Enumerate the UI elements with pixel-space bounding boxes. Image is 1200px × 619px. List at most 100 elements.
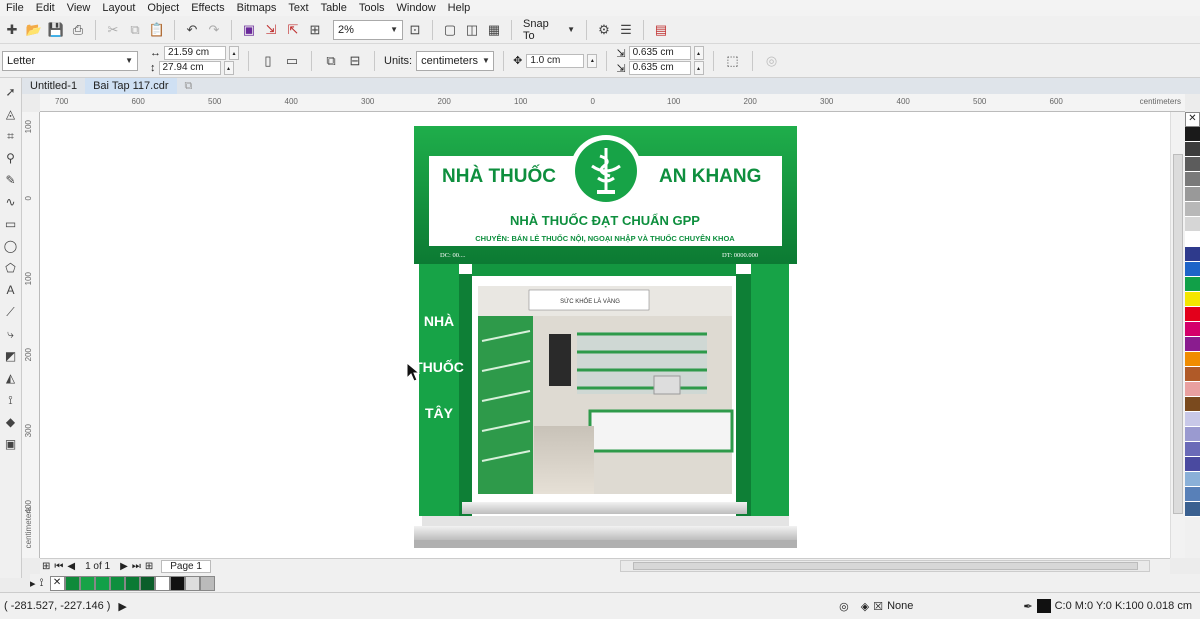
document-palette-swatch[interactable]	[199, 575, 215, 591]
palette-swatch[interactable]	[1185, 277, 1200, 292]
horizontal-scroll-thumb[interactable]	[633, 562, 1138, 570]
palette-swatch[interactable]	[1185, 322, 1200, 337]
nudge-spinner[interactable]: ▴	[587, 53, 598, 68]
width-spinner[interactable]: ▴	[229, 46, 239, 60]
next-page-icon[interactable]: ▶	[120, 561, 128, 572]
document-palette-swatch[interactable]	[94, 575, 110, 591]
menu-window[interactable]: Window	[391, 2, 442, 14]
document-palette-swatch[interactable]	[154, 575, 170, 591]
application-launcher-icon[interactable]: ▤	[651, 20, 671, 40]
palette-swatch[interactable]	[1185, 427, 1200, 442]
menu-effects[interactable]: Effects	[185, 2, 230, 14]
search-content-icon[interactable]: ▣	[239, 20, 259, 40]
rulers-icon[interactable]: ◫	[462, 20, 482, 40]
print-icon[interactable]: ⎙	[68, 20, 88, 40]
document-palette-swatch[interactable]	[109, 575, 125, 591]
units-select[interactable]: centimeters ▼	[416, 50, 495, 71]
menu-edit[interactable]: Edit	[30, 2, 61, 14]
transparency-icon[interactable]: ◭	[3, 370, 19, 386]
all-pages-icon[interactable]: ⧉	[321, 51, 341, 71]
palette-swatch[interactable]	[1185, 307, 1200, 322]
document-palette-swatch[interactable]	[139, 575, 155, 591]
no-color-swatch[interactable]: ✕	[49, 575, 65, 591]
portrait-icon[interactable]: ▯	[258, 51, 278, 71]
treat-as-filled-icon[interactable]: ⬚	[723, 51, 743, 71]
document-palette-swatch[interactable]	[169, 575, 185, 591]
palette-swatch[interactable]	[1185, 487, 1200, 502]
palette-swatch[interactable]	[1185, 217, 1200, 232]
vertical-scrollbar[interactable]	[1170, 112, 1185, 558]
page-tab[interactable]: Page 1	[161, 560, 211, 573]
palette-swatch[interactable]	[1185, 337, 1200, 352]
menu-file[interactable]: File	[0, 2, 30, 14]
palette-swatch[interactable]	[1185, 247, 1200, 262]
menu-view[interactable]: View	[61, 2, 97, 14]
connector-tool-icon[interactable]: ⤷	[3, 326, 19, 342]
first-page-icon[interactable]: ⏮	[54, 561, 63, 572]
vertical-scroll-thumb[interactable]	[1173, 154, 1183, 514]
palette-swatch[interactable]	[1185, 502, 1200, 517]
play-icon[interactable]: ▶	[118, 600, 126, 613]
undo-icon[interactable]: ↶	[182, 20, 202, 40]
dup-y-spinner[interactable]: ▴	[693, 61, 704, 75]
palette-swatch[interactable]	[1185, 292, 1200, 307]
palette-swatch[interactable]	[1185, 262, 1200, 277]
dimension-tool-icon[interactable]: ⟋	[3, 304, 19, 320]
paste-icon[interactable]: 📋	[147, 20, 167, 40]
rectangle-tool-icon[interactable]: ▭	[3, 216, 19, 232]
palette-swatch[interactable]	[1185, 382, 1200, 397]
palette-swatch[interactable]	[1185, 412, 1200, 427]
menu-help[interactable]: Help	[442, 2, 477, 14]
palette-swatch[interactable]	[1185, 232, 1200, 247]
palette-swatch[interactable]	[1185, 472, 1200, 487]
document-palette-swatch[interactable]	[124, 575, 140, 591]
crop-tool-icon[interactable]: ⌗	[3, 128, 19, 144]
palette-swatch[interactable]	[1185, 367, 1200, 382]
palette-swatch[interactable]	[1185, 187, 1200, 202]
artistic-media-icon[interactable]: ∿	[3, 194, 19, 210]
nudge-distance-field[interactable]: 1.0 cm	[526, 53, 585, 68]
interactive-fill-icon[interactable]: ◆	[3, 414, 19, 430]
new-document-icon[interactable]: ✚	[2, 20, 22, 40]
document-palette-swatch[interactable]	[79, 575, 95, 591]
drawing-canvas[interactable]: NHÀ THUỐC AN KHANG NHÀ THUỐC ĐẠT CHUẨN G…	[40, 112, 1170, 558]
tab-untitled[interactable]: Untitled-1	[22, 78, 85, 94]
save-icon[interactable]: 💾	[46, 20, 66, 40]
duplicate-y-field[interactable]: 0.635 cm	[628, 61, 691, 75]
export-icon[interactable]: ⇱	[283, 20, 303, 40]
tab-bai-tap-117[interactable]: Bai Tap 117.cdr	[85, 78, 177, 94]
full-screen-icon[interactable]: ▢	[440, 20, 460, 40]
palette-arrow-icon[interactable]: ▸	[30, 577, 36, 590]
horizontal-scrollbar[interactable]	[620, 560, 1150, 572]
palette-swatch[interactable]	[1185, 442, 1200, 457]
palette-swatch[interactable]	[1185, 142, 1200, 157]
menu-bitmaps[interactable]: Bitmaps	[231, 2, 283, 14]
shape-tool-icon[interactable]: ◬	[3, 106, 19, 122]
copy-icon[interactable]: ⧉	[125, 20, 145, 40]
eyedropper-icon[interactable]: ⟟	[40, 577, 44, 590]
height-spinner[interactable]: ▴	[223, 61, 234, 75]
palette-swatch[interactable]	[1185, 127, 1200, 142]
ellipse-tool-icon[interactable]: ◯	[3, 238, 19, 254]
dup-x-spinner[interactable]: ▴	[693, 46, 704, 60]
snap-to-menu[interactable]: Snap To ▼	[519, 18, 579, 42]
palette-swatch[interactable]	[1185, 202, 1200, 217]
zoom-select[interactable]: 2% ▼	[333, 19, 403, 40]
cut-icon[interactable]: ✂	[103, 20, 123, 40]
grid-icon[interactable]: ▦	[484, 20, 504, 40]
smart-fill-icon[interactable]: ▣	[3, 436, 19, 452]
paper-size-select[interactable]: Letter ▼	[2, 50, 138, 71]
page-width-field[interactable]: 21.59 cm	[164, 46, 226, 60]
palette-swatch[interactable]	[1185, 352, 1200, 367]
document-palette-swatch[interactable]	[64, 575, 80, 591]
document-palette-swatch[interactable]	[184, 575, 200, 591]
vertical-ruler[interactable]: 100 0 100 200 300 400 centimeters	[22, 112, 40, 558]
menu-table[interactable]: Table	[315, 2, 353, 14]
current-page-icon[interactable]: ⊟	[345, 51, 365, 71]
palette-swatch[interactable]	[1185, 172, 1200, 187]
pharmacy-storefront-artwork[interactable]: NHÀ THUỐC AN KHANG NHÀ THUỐC ĐẠT CHUẨN G…	[414, 126, 797, 550]
text-tool-icon[interactable]: A	[3, 282, 19, 298]
add-page-before-icon[interactable]: ⊞	[42, 561, 50, 572]
landscape-icon[interactable]: ▭	[282, 51, 302, 71]
zoom-fit-icon[interactable]: ⊡	[405, 20, 425, 40]
